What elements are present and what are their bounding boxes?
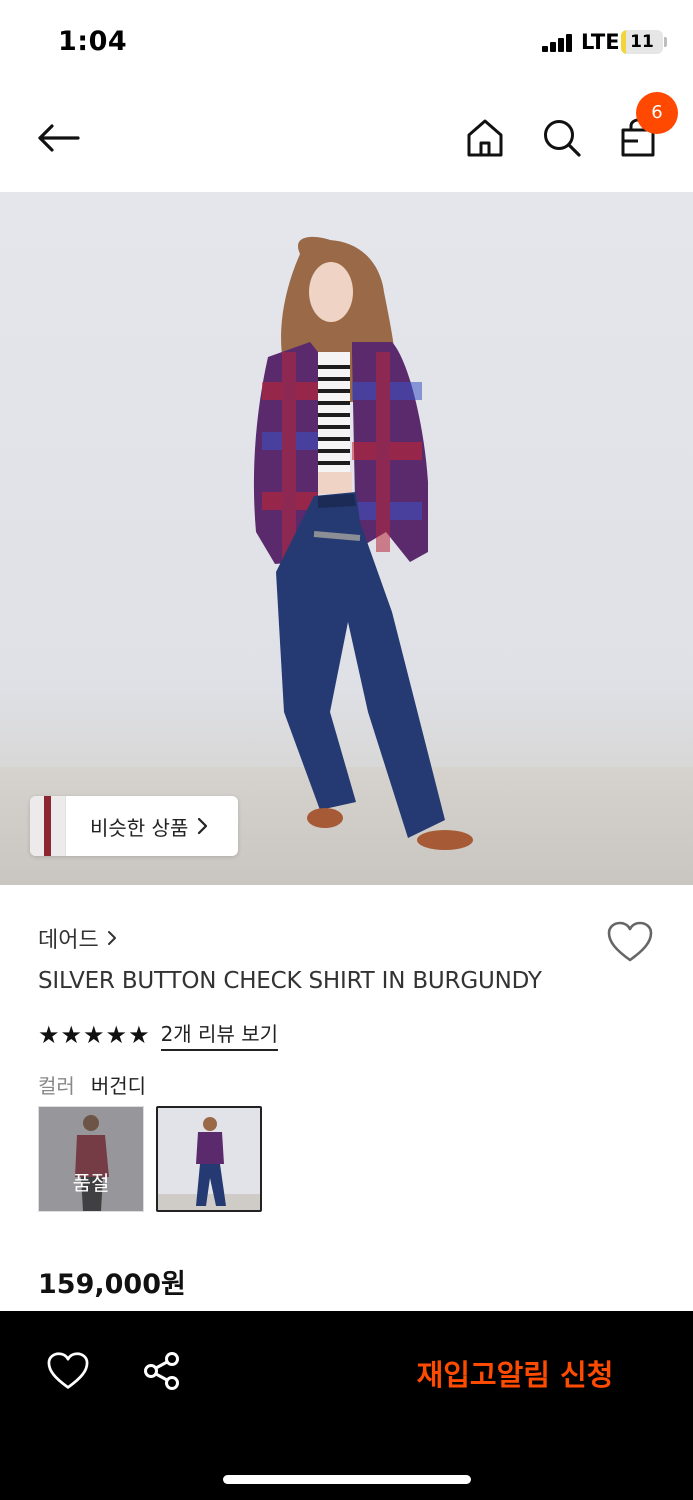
home-icon	[467, 119, 503, 157]
home-indicator[interactable]	[223, 1475, 471, 1484]
share-icon	[144, 1352, 179, 1390]
swatch-soldout[interactable]: 품절	[38, 1106, 144, 1212]
similar-products-label: 비슷한 상품	[90, 815, 189, 840]
product-title: SILVER BUTTON CHECK SHIRT IN BURGUNDY	[38, 968, 542, 994]
chevron-right-icon	[198, 817, 208, 835]
battery-cap	[664, 37, 667, 47]
rating-stars: ★ ★ ★ ★ ★	[38, 1021, 151, 1049]
swatch-image	[158, 1108, 260, 1210]
brand-link[interactable]: 데어드	[38, 922, 117, 954]
battery-icon: 11	[621, 30, 663, 54]
bottom-action-bar: 재입고알림 신청	[0, 1311, 693, 1500]
back-button[interactable]	[30, 110, 86, 166]
share-button[interactable]	[142, 1351, 190, 1399]
star-icon: ★	[38, 1020, 60, 1049]
restock-alert-button[interactable]: 재입고알림 신청	[392, 1347, 638, 1403]
battery-level: 11	[630, 32, 654, 52]
search-button[interactable]	[536, 110, 588, 166]
bottom-wishlist-button[interactable]	[46, 1351, 94, 1399]
home-button[interactable]	[460, 110, 510, 166]
model-figure	[253, 236, 473, 850]
heart-icon	[47, 1352, 89, 1389]
top-nav-bar: 6	[0, 86, 693, 192]
star-icon: ★	[83, 1020, 105, 1049]
brand-name: 데어드	[38, 928, 99, 953]
wishlist-button[interactable]	[606, 920, 654, 968]
color-swatches: 품절	[38, 1106, 274, 1212]
status-bar: 1:04 LTE 11	[0, 0, 693, 86]
price: 159,000원	[38, 1269, 186, 1300]
similar-products-button[interactable]: 비슷한 상품	[30, 796, 238, 856]
soldout-label: 품절	[39, 1107, 143, 1211]
star-icon: ★	[128, 1020, 150, 1049]
chevron-right-icon	[107, 931, 116, 945]
color-label: 컬러	[38, 1074, 75, 1098]
color-value: 버건디	[90, 1074, 147, 1098]
cart-count-badge: 6	[636, 92, 678, 134]
network-label: LTE	[581, 30, 620, 54]
similar-products-thumbnail	[30, 796, 66, 856]
rating-row: ★ ★ ★ ★ ★ 2개 리뷰 보기	[38, 1018, 279, 1051]
swatch-selected[interactable]	[156, 1106, 262, 1212]
star-icon: ★	[105, 1020, 128, 1049]
color-row: 컬러 버건디	[38, 1070, 146, 1099]
reviews-link[interactable]: 2개 리뷰 보기	[160, 1018, 279, 1051]
product-image[interactable]: 비슷한 상품	[0, 192, 693, 885]
signal-icon	[542, 34, 574, 52]
arrow-left-icon	[38, 124, 80, 152]
star-icon: ★	[60, 1020, 83, 1049]
status-time: 1:04	[58, 26, 128, 57]
heart-outline-icon	[607, 921, 653, 962]
search-icon	[544, 120, 581, 157]
